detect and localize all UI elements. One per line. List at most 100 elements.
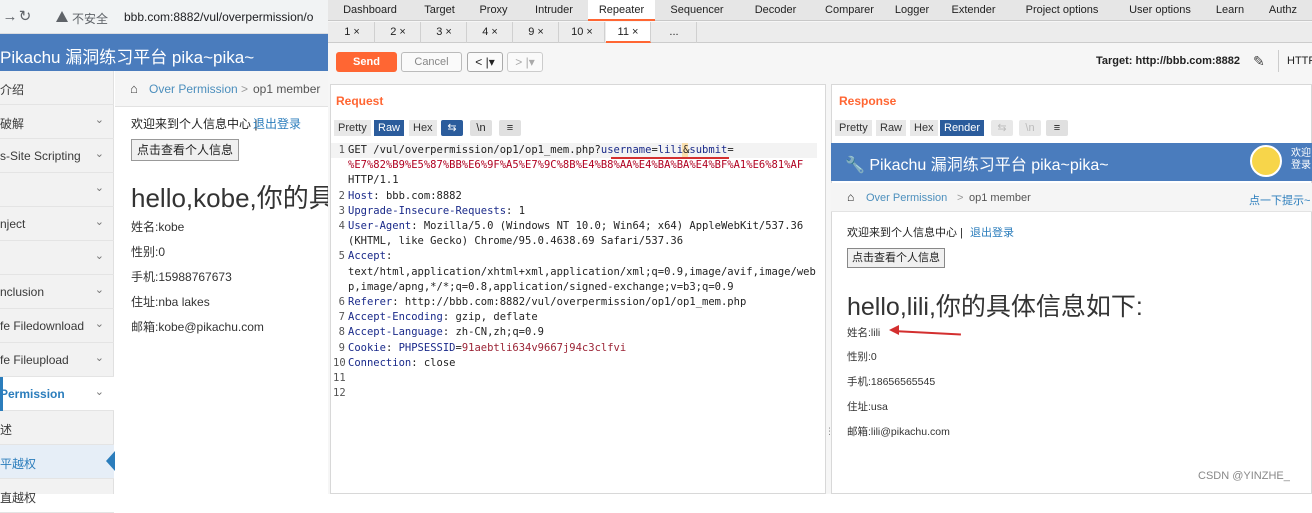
sidebar-item-label: nclusion — [0, 285, 45, 299]
sidebar-item[interactable]: 介绍 — [0, 71, 114, 105]
cancel-button[interactable]: Cancel — [401, 52, 462, 72]
tab-authz[interactable]: Authz — [1254, 0, 1312, 21]
request-line[interactable]: 2 Host: bbb.com:8882 — [333, 189, 462, 204]
wrap-icon[interactable]: ⇆ — [441, 120, 463, 136]
repeater-tab[interactable]: 9 × — [514, 22, 559, 43]
request-line[interactable]: 11 — [333, 371, 348, 386]
history-back-button[interactable]: < |▾ — [467, 52, 503, 72]
request-tab-raw[interactable]: Raw — [374, 120, 405, 136]
tab-sequencer[interactable]: Sequencer — [655, 0, 739, 21]
repeater-tab[interactable]: ... — [652, 22, 697, 43]
home-icon[interactable]: ⌂ — [847, 190, 854, 204]
breadcrumb-parent[interactable]: Over Permission — [149, 82, 238, 96]
repeater-tab[interactable]: 4 × — [468, 22, 513, 43]
request-line[interactable]: 9 Cookie: PHPSESSID=91aebtli634v9667j94c3… — [333, 341, 627, 356]
sidebar-item[interactable]: Permission ⌄ — [0, 377, 114, 411]
edit-target-icon[interactable]: ✎ — [1253, 53, 1265, 70]
sidebar-item[interactable]: fe Fileupload ⌄ — [0, 343, 114, 377]
tab-proxy[interactable]: Proxy — [467, 0, 520, 21]
history-forward-button[interactable]: > |▾ — [507, 52, 543, 72]
request-line[interactable]: p,image/apng,*/*;q=0.8,application/signe… — [333, 280, 734, 295]
info-address: 住址:nba lakes — [131, 295, 210, 309]
tab-dashboard[interactable]: Dashboard — [328, 0, 412, 21]
sidebar-item[interactable]: 直越权 — [0, 479, 114, 513]
sidebar-item[interactable]: nject ⌄ — [0, 207, 114, 241]
request-line[interactable]: %E7%82%B9%E5%87%BB%E6%9F%A5%E7%9C%8B%E4%… — [333, 158, 803, 173]
render-tips-link[interactable]: 点一下提示~ — [1249, 192, 1310, 208]
request-line[interactable]: 4 User-Agent: Mozilla/5.0 (Windows NT 10.… — [333, 219, 803, 234]
annotation-arrow-head — [889, 325, 899, 335]
sidebar-item[interactable]: 破解 ⌄ — [0, 105, 114, 139]
code-token: Cookie — [348, 341, 386, 354]
request-line[interactable]: 7 Accept-Encoding: gzip, deflate — [333, 310, 538, 325]
request-tab-hex[interactable]: Hex — [409, 120, 437, 136]
tab-repeater[interactable]: Repeater — [588, 0, 655, 21]
tab-logger[interactable]: Logger — [887, 0, 937, 21]
request-line[interactable]: (KHTML, like Gecko) Chrome/95.0.4638.69 … — [333, 234, 683, 249]
response-tab-hex[interactable]: Hex — [910, 120, 938, 136]
reload-icon[interactable]: ↻ — [15, 7, 35, 27]
sidebar-item[interactable]: fe Filedownload ⌄ — [0, 309, 114, 343]
line-number: 9 — [338, 341, 345, 354]
code-token: Upgrade-Insecure-Requests — [348, 204, 507, 217]
sidebar-item[interactable]: ⌄ — [0, 173, 114, 207]
newline-icon: \n — [1019, 120, 1041, 136]
request-line[interactable]: 3 Upgrade-Insecure-Requests: 1 — [333, 204, 525, 219]
tab-decoder[interactable]: Decoder — [739, 0, 812, 21]
info-gender: 性别:0 — [131, 245, 166, 259]
newline-icon[interactable]: \n — [470, 120, 492, 136]
view-info-button[interactable]: 点击查看个人信息 — [131, 139, 240, 161]
render-breadcrumb-parent[interactable]: Over Permission — [866, 192, 947, 204]
render-logout-link[interactable]: 退出登录 — [970, 224, 1014, 240]
menu-icon[interactable]: ≡ — [1046, 120, 1068, 136]
request-line[interactable]: text/html,application/xhtml+xml,applicat… — [333, 265, 816, 280]
response-tab-pretty[interactable]: Pretty — [835, 120, 872, 136]
tab-target[interactable]: Target — [412, 0, 467, 21]
sidebar-item[interactable]: nclusion ⌄ — [0, 275, 114, 309]
chevron-down-icon: ⌄ — [94, 250, 104, 262]
repeater-tab[interactable]: 3 × — [422, 22, 467, 43]
tab-intruder[interactable]: Intruder — [520, 0, 588, 21]
request-line[interactable]: 1 GET /vul/overpermission/op1/op1_mem.php… — [333, 143, 734, 158]
request-line[interactable]: 8 Accept-Language: zh-CN,zh;q=0.9 — [333, 325, 544, 340]
code-token: %E7%82%B9%E5%87%BB%E6%9F%A5%E7%9C%8B%E4%… — [348, 159, 804, 172]
response-tab-raw[interactable]: Raw — [876, 120, 907, 136]
request-line[interactable]: HTTP/1.1 — [333, 173, 399, 188]
code-token: : close — [411, 356, 456, 369]
tab-project-options[interactable]: Project options — [1010, 0, 1114, 21]
request-line[interactable]: 10 Connection: close — [333, 356, 455, 371]
home-icon[interactable]: ⌂ — [130, 81, 138, 96]
request-tab-pretty[interactable]: Pretty — [334, 120, 371, 136]
http-version-label[interactable]: HTTP — [1287, 55, 1312, 67]
sidebar-item[interactable]: ⌄ — [0, 241, 114, 275]
repeater-tab[interactable]: 10 × — [560, 22, 605, 43]
code-token: (KHTML, like Gecko) Chrome/95.0.4638.69 … — [348, 235, 684, 248]
address-bar[interactable]: bbb.com:8882/vul/overpermission/o — [124, 10, 313, 24]
response-tab-render[interactable]: Render — [940, 120, 985, 136]
sidebar-item[interactable]: 述 — [0, 411, 114, 445]
request-line[interactable]: 12 — [333, 386, 348, 401]
tab-comparer[interactable]: Comparer — [812, 0, 887, 21]
tab-learn[interactable]: Learn — [1206, 0, 1254, 21]
repeater-tab[interactable]: 1 × — [330, 22, 375, 43]
info-email: 邮箱:kobe@pikachu.com — [131, 320, 264, 334]
code-token: Referer — [348, 296, 393, 308]
divider — [1278, 50, 1279, 72]
sidebar-item[interactable]: s-Site Scripting ⌄ — [0, 139, 114, 173]
send-button[interactable]: Send — [336, 52, 397, 72]
code-token: : — [385, 341, 399, 354]
menu-icon[interactable]: ≡ — [499, 120, 521, 136]
tab-extender[interactable]: Extender — [937, 0, 1010, 21]
repeater-tab[interactable]: 2 × — [376, 22, 421, 43]
info-phone: 手机:15988767673 — [131, 270, 232, 284]
sidebar-item[interactable]: 平越权 — [0, 445, 114, 479]
repeater-tab[interactable]: 11 × — [606, 22, 651, 43]
tab-user-options[interactable]: User options — [1114, 0, 1206, 21]
line-number: 1 — [338, 144, 345, 156]
logout-link[interactable]: 退出登录 — [253, 115, 301, 132]
request-line[interactable]: 5 Accept: — [333, 249, 393, 264]
render-info-phone: 手机:18656565545 — [847, 376, 936, 388]
request-line[interactable]: 6 Referer: http://bbb.com:8882/vul/overpe… — [333, 295, 747, 310]
render-view-info-button[interactable]: 点击查看个人信息 — [847, 248, 945, 268]
sidebar-item-label: 述 — [0, 423, 13, 437]
